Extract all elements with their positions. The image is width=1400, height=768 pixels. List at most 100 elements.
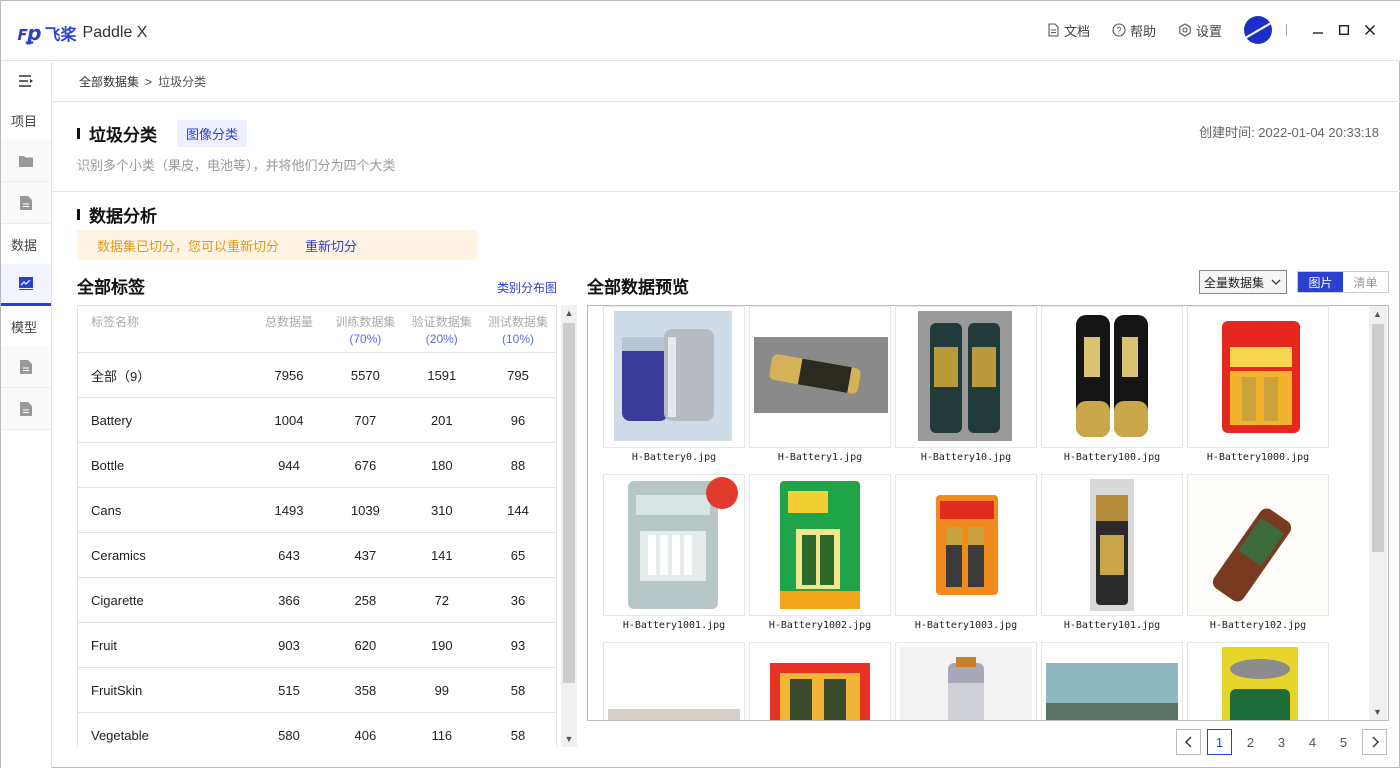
image-card[interactable]: H-Battery1000.jpg xyxy=(1187,306,1329,463)
view-image-button[interactable]: 图片 xyxy=(1298,272,1343,292)
table-row[interactable]: Vegetable 580 406 116 58 xyxy=(77,712,557,747)
resplit-link[interactable]: 重新切分 xyxy=(305,236,357,255)
scroll-thumb[interactable] xyxy=(563,323,575,683)
breadcrumb-separator: > xyxy=(145,74,153,89)
image-card[interactable]: H-Battery10.jpg xyxy=(895,306,1037,463)
page-1-button[interactable]: 1 xyxy=(1207,729,1232,755)
avatar[interactable] xyxy=(1244,16,1272,44)
image-filename: H-Battery102.jpg xyxy=(1209,620,1307,631)
rail-item-model-a[interactable] xyxy=(1,346,51,388)
col-val: 验证数据集 (20%) xyxy=(403,305,481,353)
breadcrumb-root[interactable]: 全部数据集 xyxy=(79,73,139,90)
image-filename: H-Battery1001.jpg xyxy=(622,620,726,631)
image-thumbnail[interactable] xyxy=(603,474,745,616)
labels-scrollbar[interactable]: ▲ ▼ xyxy=(561,305,577,747)
prev-page-button[interactable] xyxy=(1176,729,1201,755)
image-thumbnail[interactable] xyxy=(895,642,1037,720)
class-distribution-link[interactable]: 类别分布图 xyxy=(497,279,557,296)
image-thumbnail[interactable] xyxy=(603,642,745,720)
table-row[interactable]: FruitSkin 515 358 99 58 xyxy=(77,667,557,713)
image-card[interactable] xyxy=(1041,642,1183,720)
rail-item-project-list[interactable] xyxy=(1,140,51,182)
page-5-button[interactable]: 5 xyxy=(1331,729,1356,755)
view-list-button[interactable]: 清单 xyxy=(1343,272,1388,292)
dataset-filter-select[interactable]: 全量数据集 xyxy=(1199,270,1287,294)
help-label: 帮助 xyxy=(1129,23,1156,39)
title-bar: ꜰꝑ 飞桨 Paddle X 文档 ? 帮助 设置 xyxy=(1,1,1400,61)
image-card[interactable]: H-Battery1002.jpg xyxy=(749,474,891,631)
table-row[interactable]: Bottle 944 676 180 88 xyxy=(77,442,557,488)
image-card[interactable]: H-Battery100.jpg xyxy=(1041,306,1183,463)
maximize-icon xyxy=(1339,25,1349,35)
rail-item-project-doc[interactable] xyxy=(1,182,51,224)
image-filename: H-Battery10.jpg xyxy=(920,452,1012,463)
table-row[interactable]: Ceramics 643 437 141 65 xyxy=(77,532,557,578)
image-thumbnail[interactable] xyxy=(1041,306,1183,448)
table-row[interactable]: Battery 1004 707 201 96 xyxy=(77,397,557,443)
maximize-button[interactable] xyxy=(1333,19,1355,41)
col-train-label: 训练数据集 xyxy=(335,315,396,329)
col-label-name: 标签名称 xyxy=(77,305,251,353)
logo-mark: ꜰꝑ xyxy=(17,22,41,45)
grid-scrollbar[interactable]: ▲ ▼ xyxy=(1369,306,1387,720)
menu-toggle[interactable] xyxy=(1,62,51,100)
page-2-button[interactable]: 2 xyxy=(1238,729,1263,755)
table-row[interactable]: Cigarette 366 258 72 36 xyxy=(77,577,557,623)
chevron-right-icon xyxy=(1372,736,1379,748)
rail-item-model-b[interactable] xyxy=(1,388,51,430)
page-3-button[interactable]: 3 xyxy=(1269,729,1294,755)
image-card[interactable]: H-Battery1003.jpg xyxy=(895,474,1037,631)
image-card[interactable] xyxy=(895,642,1037,720)
left-rail: 项目 数据 模型 xyxy=(1,62,52,768)
image-thumbnail[interactable] xyxy=(1187,474,1329,616)
image-thumbnail[interactable] xyxy=(1187,306,1329,448)
image-card[interactable]: H-Battery1001.jpg xyxy=(603,474,745,631)
settings-link[interactable]: 设置 xyxy=(1178,21,1222,40)
next-page-button[interactable] xyxy=(1362,729,1387,755)
scroll-thumb[interactable] xyxy=(1372,324,1384,552)
logo-cn: 飞桨 xyxy=(44,27,77,44)
docs-link[interactable]: 文档 xyxy=(1047,21,1090,40)
image-thumbnail[interactable] xyxy=(1187,642,1329,720)
labels-title: 全部标签 xyxy=(77,278,145,297)
cell-val: 201 xyxy=(403,397,481,443)
image-card[interactable]: H-Battery1.jpg xyxy=(749,306,891,463)
close-icon xyxy=(1365,25,1375,35)
image-card[interactable]: H-Battery102.jpg xyxy=(1187,474,1329,631)
image-thumbnail[interactable] xyxy=(1041,474,1183,616)
scroll-down-icon[interactable]: ▼ xyxy=(564,734,574,744)
scroll-up-icon[interactable]: ▲ xyxy=(564,308,574,318)
image-thumbnail[interactable] xyxy=(1041,642,1183,720)
cell-test: 93 xyxy=(480,622,557,668)
help-link[interactable]: ? 帮助 xyxy=(1112,21,1156,40)
rail-item-data-analysis[interactable] xyxy=(1,264,51,306)
cell-val: 310 xyxy=(403,487,481,533)
image-card[interactable]: H-Battery101.jpg xyxy=(1041,474,1183,631)
image-card[interactable] xyxy=(749,642,891,720)
image-thumbnail[interactable] xyxy=(603,306,745,448)
image-card[interactable] xyxy=(1187,642,1329,720)
cell-name: Bottle xyxy=(77,442,251,488)
scroll-down-icon[interactable]: ▼ xyxy=(1373,707,1382,717)
labels-table: 标签名称 总数据量 训练数据集 (70%) 验证数据集 (20%) 测试数据集 (10… xyxy=(77,305,557,747)
page-4-button[interactable]: 4 xyxy=(1300,729,1325,755)
image-thumbnail[interactable] xyxy=(749,474,891,616)
table-row[interactable]: 全部（9） 7956 5570 1591 795 xyxy=(77,352,557,398)
table-row[interactable]: Fruit 903 620 190 93 xyxy=(77,622,557,668)
image-thumbnail[interactable] xyxy=(895,306,1037,448)
close-button[interactable] xyxy=(1359,19,1381,41)
cell-name: Cigarette xyxy=(77,577,251,623)
image-thumbnail[interactable] xyxy=(895,474,1037,616)
image-thumbnail[interactable] xyxy=(749,306,891,448)
rail-section-project: 项目 xyxy=(11,113,38,129)
col-total: 总数据量 xyxy=(250,305,328,353)
table-row[interactable]: Cans 1493 1039 310 144 xyxy=(77,487,557,533)
scroll-up-icon[interactable]: ▲ xyxy=(1373,309,1382,319)
image-card[interactable] xyxy=(603,642,745,720)
cell-test: 65 xyxy=(480,532,557,578)
page-title: 垃圾分类 xyxy=(89,126,157,145)
image-card[interactable]: H-Battery0.jpg xyxy=(603,306,745,463)
paddlex-logo: ꜰꝑ 飞桨 Paddle X xyxy=(17,21,147,45)
image-thumbnail[interactable] xyxy=(749,642,891,720)
minimize-button[interactable] xyxy=(1307,19,1329,41)
